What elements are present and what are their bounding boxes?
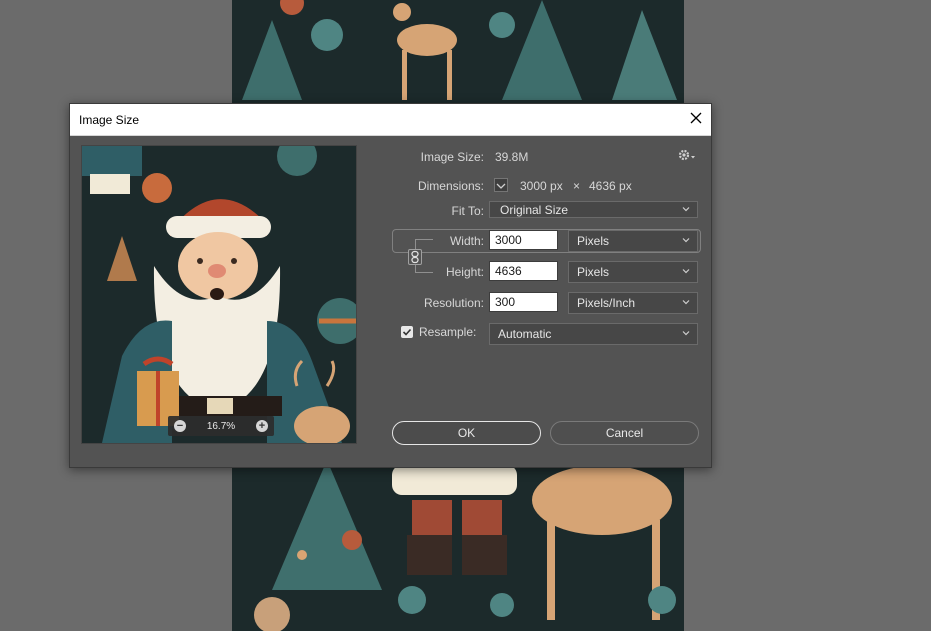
chevron-down-icon: [681, 296, 691, 310]
gear-icon: [678, 149, 696, 166]
width-input[interactable]: [489, 230, 558, 250]
zoom-in-icon: +: [258, 420, 266, 432]
link-icon: [411, 250, 419, 264]
dimensions-label: Dimensions:: [417, 179, 484, 193]
zoom-level: 16.7%: [206, 420, 236, 432]
height-unit-value: Pixels: [577, 265, 610, 279]
dialog-title: Image Size: [79, 113, 140, 127]
resample-label: Resample:: [419, 325, 477, 339]
checkmark-icon: [402, 328, 412, 336]
zoom-out-icon: −: [176, 420, 184, 432]
image-size-label: Image Size:: [420, 150, 484, 164]
chevron-down-icon: [681, 265, 691, 279]
image-size-value: 39.8M: [495, 150, 529, 164]
settings-button[interactable]: [678, 148, 696, 167]
resolution-label: Resolution:: [423, 296, 484, 310]
width-unit-dropdown[interactable]: Pixels: [568, 230, 698, 252]
close-button[interactable]: [681, 104, 711, 135]
chevron-down-icon: [496, 183, 506, 189]
ok-button[interactable]: OK: [392, 421, 541, 445]
resolution-input[interactable]: [489, 292, 558, 312]
dimensions-times: ×: [573, 179, 581, 193]
chevron-down-icon: [681, 327, 691, 341]
constrain-proportions-button[interactable]: [408, 249, 422, 265]
santa-preview-image: [82, 146, 356, 443]
height-input[interactable]: [489, 261, 558, 281]
fit-to-dropdown[interactable]: Original Size: [489, 201, 698, 218]
image-preview[interactable]: − 16.7% +: [81, 145, 357, 444]
chevron-down-icon: [681, 234, 691, 248]
dimensions-height-value: 4636 px: [589, 179, 632, 193]
zoom-in-button[interactable]: +: [255, 420, 268, 432]
resolution-unit-value: Pixels/Inch: [577, 296, 636, 310]
resample-value: Automatic: [498, 327, 552, 341]
width-unit-value: Pixels: [577, 234, 610, 248]
dialog-titlebar[interactable]: Image Size: [70, 104, 711, 136]
cancel-button[interactable]: Cancel: [550, 421, 699, 445]
fit-to-value: Original Size: [500, 203, 569, 217]
close-icon: [690, 111, 702, 129]
zoom-out-button[interactable]: −: [174, 420, 186, 432]
dimensions-width-value: 3000 px: [520, 179, 563, 193]
dimensions-unit-toggle[interactable]: [494, 178, 508, 192]
width-label: Width:: [449, 234, 484, 248]
resample-dropdown[interactable]: Automatic: [489, 323, 698, 345]
height-label: Height:: [445, 265, 484, 279]
image-size-dialog: Image Size − 16.7% + Image Size: 39.8M D…: [69, 103, 712, 468]
resolution-unit-dropdown[interactable]: Pixels/Inch: [568, 292, 698, 314]
fit-to-label: Fit To:: [451, 204, 484, 218]
preview-zoom-bar: − 16.7% +: [168, 416, 274, 436]
resample-checkbox[interactable]: [401, 326, 413, 338]
chevron-down-icon: [681, 203, 691, 217]
height-unit-dropdown[interactable]: Pixels: [568, 261, 698, 283]
